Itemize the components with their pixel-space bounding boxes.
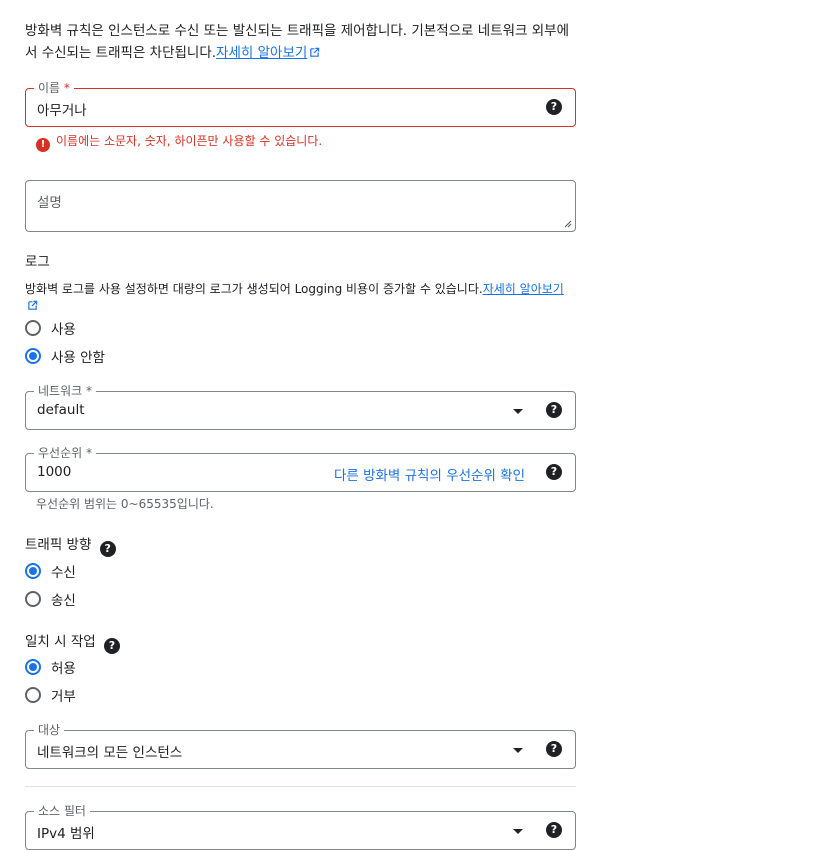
help-circle-icon[interactable]: ? xyxy=(546,822,562,838)
logs-on-label[interactable]: 사용 xyxy=(51,318,76,338)
direction-egress-radio[interactable] xyxy=(25,591,41,607)
logs-on-radio[interactable] xyxy=(25,320,41,336)
target-field-label: 대상 xyxy=(34,722,65,738)
direction-ingress-radio[interactable] xyxy=(25,563,41,579)
help-circle-icon[interactable]: ? xyxy=(546,464,562,480)
priority-field[interactable]: 우선순위 * 1000 다른 방화벽 규칙의 우선순위 확인 ? xyxy=(25,445,576,492)
check-priority-link[interactable]: 다른 방화벽 규칙의 우선순위 확인 xyxy=(334,464,525,484)
action-allow-radio[interactable] xyxy=(25,659,41,675)
priority-field-label: 우선순위 * xyxy=(34,445,96,461)
open-in-new-icon xyxy=(310,47,320,57)
direction-egress-label[interactable]: 송신 xyxy=(51,589,76,609)
arrow-drop-down-icon[interactable] xyxy=(513,829,523,834)
source-filter-select[interactable]: 소스 필터 IPv4 범위 ? xyxy=(25,803,576,850)
action-deny-radio[interactable] xyxy=(25,687,41,703)
name-input-value[interactable]: 아무거나 xyxy=(37,99,87,119)
priority-hint: 우선순위 범위는 0~65535입니다. xyxy=(36,497,214,511)
target-select[interactable]: 대상 네트워크의 모든 인스턴스 ? xyxy=(25,722,576,769)
network-select[interactable]: 네트워크 * default ? xyxy=(25,383,576,430)
direction-ingress-label[interactable]: 수신 xyxy=(51,561,76,581)
source-filter-select-value[interactable]: IPv4 범위 xyxy=(37,822,95,842)
arrow-drop-down-icon[interactable] xyxy=(513,409,523,414)
description-textarea[interactable]: 설명 xyxy=(25,180,576,232)
action-deny-label[interactable]: 거부 xyxy=(51,685,76,705)
error-icon: ! xyxy=(36,138,50,152)
arrow-drop-down-icon[interactable] xyxy=(513,748,523,753)
help-circle-icon[interactable]: ? xyxy=(546,99,562,115)
name-field[interactable]: 이름 * 아무거나 ? xyxy=(25,80,576,127)
help-circle-icon[interactable]: ? xyxy=(99,541,116,557)
logs-description: 방화벽 로그를 사용 설정하면 대량의 로그가 생성되어 Logging 비용이… xyxy=(25,281,576,315)
target-select-value[interactable]: 네트워크의 모든 인스턴스 xyxy=(37,741,182,761)
description-placeholder: 설명 xyxy=(37,195,62,211)
priority-input-value[interactable]: 1000 xyxy=(37,464,71,480)
action-title: 일치 시 작업 ? xyxy=(25,630,120,654)
name-field-label: 이름 * xyxy=(34,80,74,96)
logs-off-label[interactable]: 사용 안함 xyxy=(51,346,105,366)
open-in-new-icon xyxy=(28,300,38,310)
divider xyxy=(25,786,576,787)
network-select-value[interactable]: default xyxy=(37,402,85,418)
action-allow-label[interactable]: 허용 xyxy=(51,657,76,677)
direction-title: 트래픽 방향 ? xyxy=(25,533,116,557)
network-field-label: 네트워크 * xyxy=(34,383,96,399)
intro-learn-more-link[interactable]: 자세히 알아보기 xyxy=(216,45,307,61)
logs-title: 로그 xyxy=(25,254,50,270)
name-error-message: ! 이름에는 소문자, 숫자, 하이픈만 사용할 수 있습니다. xyxy=(36,133,322,152)
logs-learn-more-link[interactable]: 자세히 알아보기 xyxy=(483,282,564,296)
help-circle-icon[interactable]: ? xyxy=(103,638,120,654)
help-circle-icon[interactable]: ? xyxy=(546,402,562,418)
resize-handle-icon[interactable] xyxy=(562,218,572,228)
intro-paragraph: 방화벽 규칙은 인스턴스로 수신 또는 발신되는 트래픽을 제어합니다. 기본적… xyxy=(25,20,576,64)
logs-off-radio[interactable] xyxy=(25,348,41,364)
source-filter-field-label: 소스 필터 xyxy=(34,803,90,819)
help-circle-icon[interactable]: ? xyxy=(546,741,562,757)
